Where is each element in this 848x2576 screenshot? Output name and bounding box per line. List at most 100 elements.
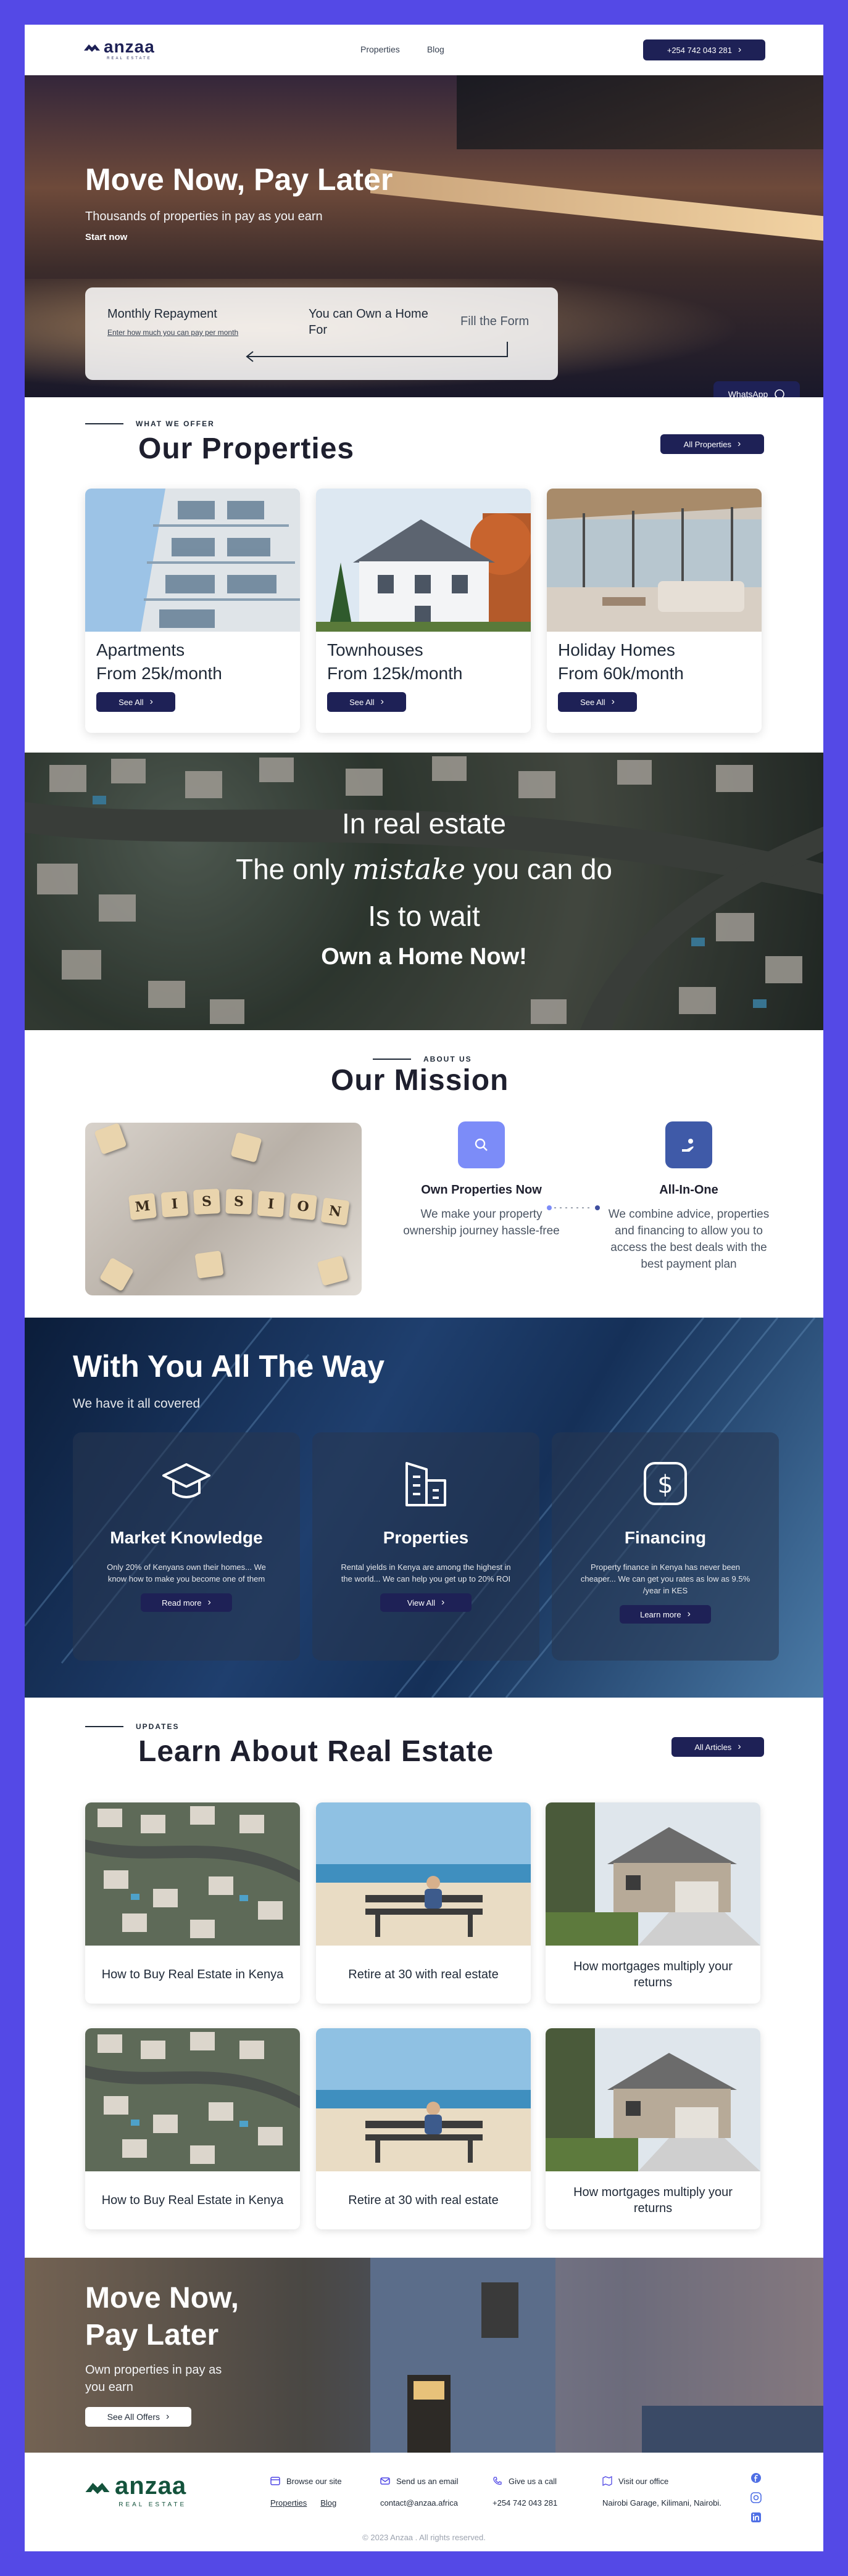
repayment-input-link[interactable]: Enter how much you can pay per month [107,328,238,337]
footer-call-head: Give us a call [509,2476,557,2486]
chevron-right-icon: › [166,2411,170,2422]
mail-icon [380,2477,390,2485]
service-text: Only 20% of Kenyans own their homes... W… [107,1563,266,1583]
scattered-tile [94,1123,127,1155]
footer-logo[interactable]: anzaa REAL ESTATE [85,2472,186,2508]
view-all-label: View All [407,1598,435,1608]
dollar-icon: $ [644,1462,687,1505]
site-header: anzaa REAL ESTATE Properties Blog +254 7… [25,25,823,75]
hero-section: Move Now, Pay Later Thousands of propert… [25,75,823,397]
nav-properties[interactable]: Properties [360,44,400,54]
mission-col-text: We make your property ownership journey … [403,1208,560,1237]
main-nav: Properties Blog [360,44,444,54]
hero-subtitle: Thousands of properties in pay as you ea… [85,210,323,223]
cta-subtitle: Own properties in pay as you earn [85,2361,222,2396]
scattered-tile [230,1132,262,1163]
start-now-link[interactable]: Start now [85,232,127,242]
aerial-houses-image [85,2028,300,2171]
footer-logo-sub: REAL ESTATE [118,2501,187,2508]
hero-beam-graphic [370,168,823,241]
all-properties-label: All Properties [683,439,731,449]
chevron-right-icon: › [207,1597,211,1608]
article-title: How mortgages multiply your returns [573,2186,733,2215]
learn-more-button[interactable]: Learn more › [620,1605,711,1624]
facebook-icon[interactable] [750,2472,762,2483]
properties-title: Our Properties [138,432,355,465]
service-title: Financing [624,1528,707,1547]
fill-form-link[interactable]: Fill the Form [460,315,529,329]
letter-tile: S [225,1189,252,1215]
article-card[interactable]: How to Buy Real Estate in Kenya [85,2028,300,2229]
svg-text:$: $ [657,1471,673,1499]
footer-logo-word: anzaa [115,2472,187,2500]
article-card[interactable]: How mortgages multiply your returns [546,1802,760,2004]
letter-tile: O [289,1192,317,1221]
beach-bench-image [316,1802,531,1946]
view-all-button[interactable]: View All › [380,1593,472,1612]
footer-link-properties[interactable]: Properties [270,2498,307,2508]
see-all-button[interactable]: See All › [96,692,175,712]
property-card-townhouses[interactable]: Townhouses From 125k/month See All › [316,489,531,733]
service-text: Property finance in Kenya has never been… [580,1563,750,1595]
footer-email: Send us an email contact@anzaa.africa [380,2476,458,2508]
page: anzaa REAL ESTATE Properties Blog +254 7… [25,25,823,2551]
property-card-holiday-homes[interactable]: Holiday Homes From 60k/month See All › [547,489,762,733]
service-card-market: Market Knowledge Only 20% of Kenyans own… [73,1432,300,1661]
phone-button[interactable]: +254 742 043 281 › [643,39,765,60]
chevron-right-icon: › [738,1741,741,1752]
cta-subtitle-line-1: Own properties in pay as [85,2363,222,2377]
aerial-houses-image [85,1802,300,1946]
see-all-button[interactable]: See All › [327,692,406,712]
mission-title: Our Mission [331,1064,509,1097]
footer-phone-value[interactable]: +254 742 043 281 [493,2498,557,2508]
suburban-house-image [546,2028,760,2171]
see-all-offers-button[interactable]: See All Offers › [85,2407,191,2427]
all-articles-button[interactable]: All Articles › [671,1737,764,1757]
property-card-apartments[interactable]: Apartments From 25k/month See All › [85,489,300,733]
repayment-title: Monthly Repayment [107,307,217,321]
nav-blog[interactable]: Blog [427,44,444,54]
connector-dots [547,1205,600,1210]
see-all-label: See All [118,697,144,707]
quote-line-4: Own a Home Now! [321,944,527,970]
chevron-right-icon: › [380,696,384,707]
read-more-button[interactable]: Read more › [141,1593,232,1612]
footer-link-blog[interactable]: Blog [320,2498,336,2508]
quote-line-2: The only mistake you can do [25,852,823,886]
property-name: Townhouses [327,640,423,659]
mission-col-text: We combine advice, properties and financ… [608,1208,770,1271]
whatsapp-button[interactable]: WhatsApp [713,381,800,397]
footer-address: Nairobi Garage, Kilimani, Nairobi. [602,2498,721,2508]
article-card[interactable]: How mortgages multiply your returns [546,2028,760,2229]
logo-mark-icon [85,2482,110,2494]
all-articles-label: All Articles [694,1742,732,1752]
quote-line-2a: The only [235,853,353,885]
linkedin-icon[interactable] [750,2512,762,2523]
instagram-icon[interactable] [750,2492,762,2503]
mission-col-title: All-In-One [659,1183,718,1197]
scattered-tile [99,1257,135,1292]
footer-browse-head: Browse our site [286,2476,342,2486]
aerial-neighborhood-image [25,753,823,1030]
holiday-homes-image [547,489,762,632]
logo[interactable]: anzaa REAL ESTATE [84,38,155,60]
chevron-right-icon: › [149,696,153,707]
footer-email-value[interactable]: contact@anzaa.africa [380,2498,458,2508]
property-price: From 60k/month [558,664,684,683]
cta-subtitle-line-2: you earn [85,2380,133,2394]
hero-roof-graphic [457,75,823,149]
cta-section: Move Now, Pay Later Own properties in pay… [25,2258,823,2453]
article-card[interactable]: Retire at 30 with real estate [316,2028,531,2229]
article-card[interactable]: Retire at 30 with real estate [316,1802,531,2004]
scattered-tile [317,1255,349,1286]
article-title: How to Buy Real Estate in Kenya [101,1968,284,1981]
all-properties-button[interactable]: All Properties › [660,434,764,454]
scattered-tile [194,1250,224,1279]
quote-line-2c: you can do [465,853,612,885]
with-you-subtitle: We have it all covered [73,1397,201,1411]
article-card[interactable]: How to Buy Real Estate in Kenya [85,1802,300,2004]
repayment-card: Monthly Repayment Enter how much you can… [85,287,558,380]
see-all-button[interactable]: See All › [558,692,637,712]
whatsapp-icon [775,389,785,397]
property-name: Apartments [96,640,185,659]
